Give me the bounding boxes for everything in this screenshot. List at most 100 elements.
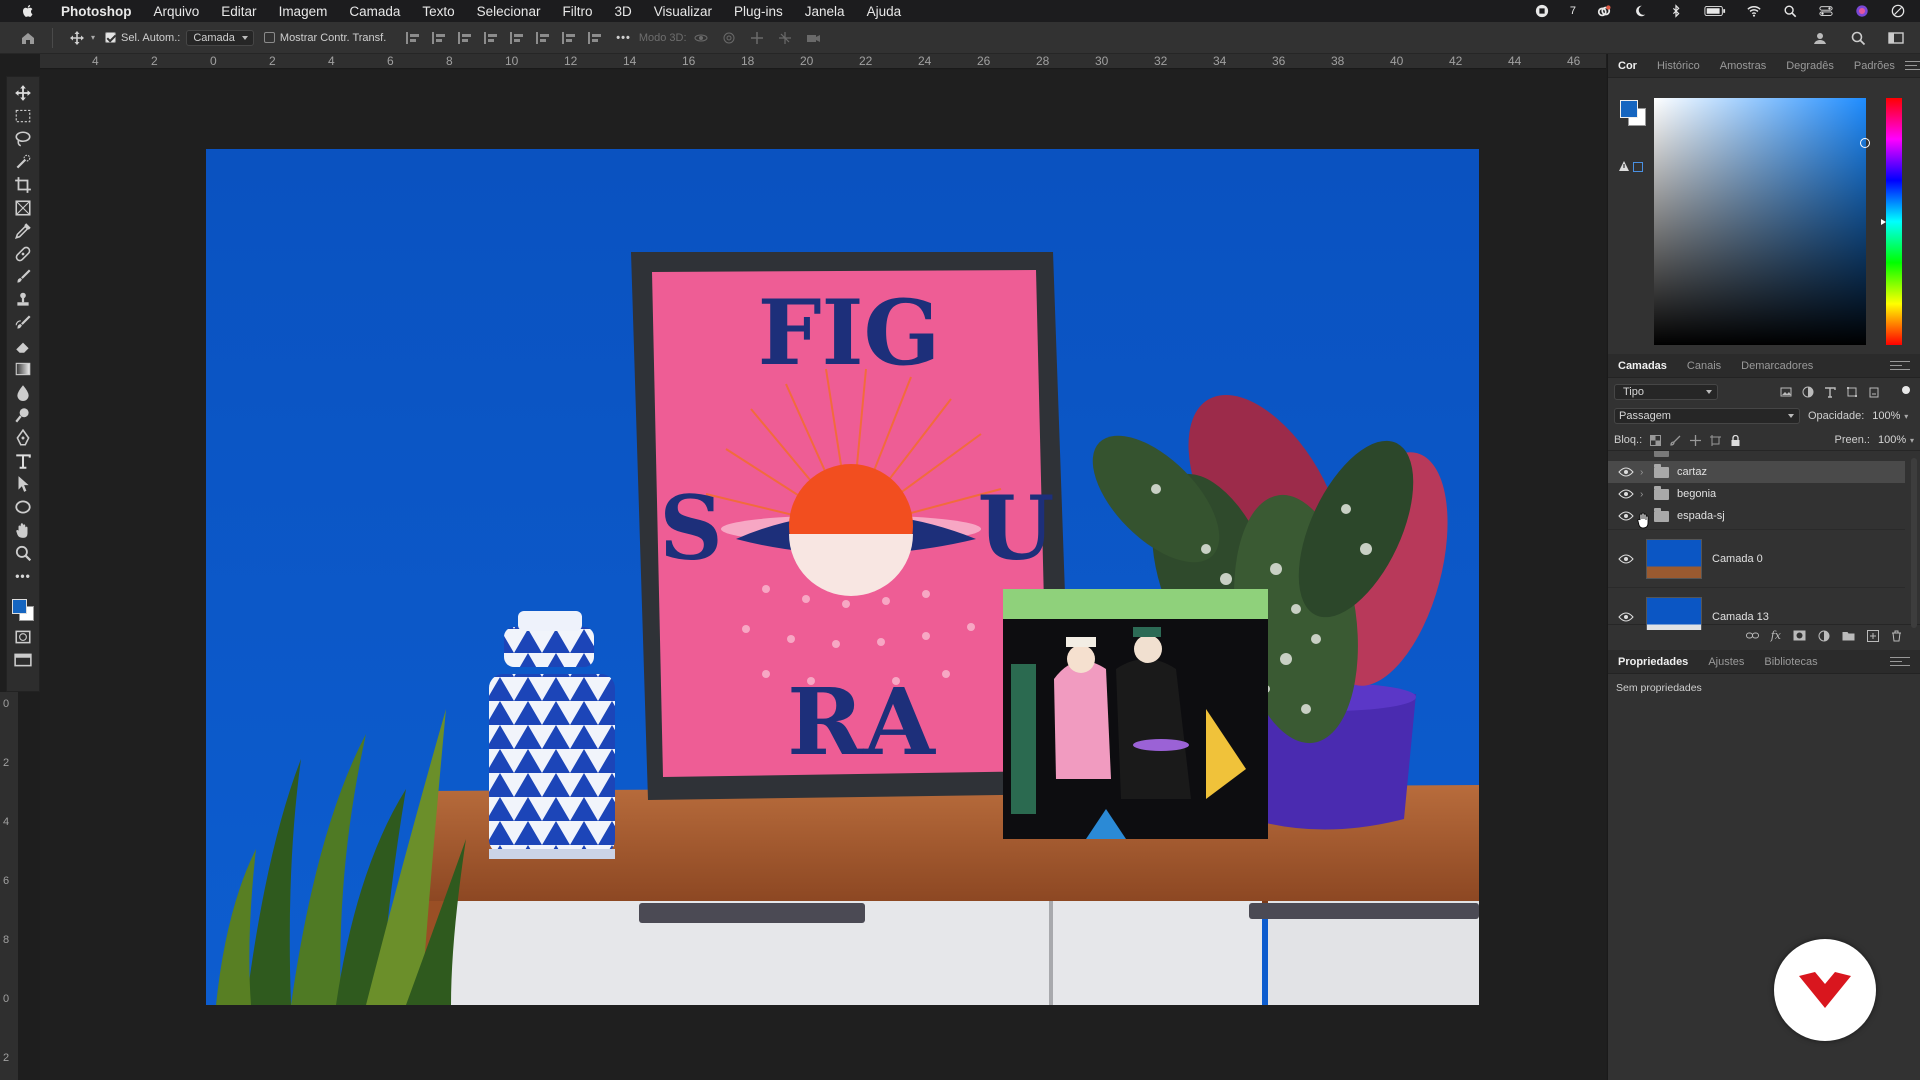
align-center-icon[interactable]: [432, 31, 446, 44]
link-layers-icon[interactable]: [1745, 630, 1759, 641]
ellipse-tool[interactable]: [11, 495, 35, 518]
blur-tool[interactable]: [11, 380, 35, 403]
align-middle-icon[interactable]: [536, 31, 550, 44]
align-right-icon[interactable]: [458, 31, 472, 44]
auto-select-checkbox[interactable]: [105, 32, 117, 43]
menu-item-arquivo[interactable]: Arquivo: [143, 4, 211, 19]
delete-layer-icon[interactable]: [1891, 630, 1902, 642]
menu-item-visualizar[interactable]: Visualizar: [643, 4, 723, 19]
layer-filter-dropdown[interactable]: Tipo: [1614, 384, 1718, 400]
layer-name[interactable]: begonia: [1677, 488, 1716, 500]
3d-orbit-icon[interactable]: [693, 30, 709, 46]
edit-toolbar-button[interactable]: •••: [11, 564, 35, 587]
hue-slider-handle[interactable]: [1881, 219, 1889, 225]
spotlight-search-icon[interactable]: [1782, 4, 1798, 18]
screen-record-icon[interactable]: [1534, 4, 1550, 18]
new-layer-icon[interactable]: [1867, 629, 1879, 642]
menu-app-name[interactable]: Photoshop: [50, 4, 143, 19]
eyedropper-tool[interactable]: [11, 219, 35, 242]
zoom-tool[interactable]: [11, 541, 35, 564]
menu-item-selecionar[interactable]: Selecionar: [466, 4, 552, 19]
color-panel-menu-icon[interactable]: [1904, 61, 1920, 70]
color-field[interactable]: [1654, 98, 1866, 345]
frame-tool[interactable]: [11, 196, 35, 219]
tool-preset-chevron-icon[interactable]: ▾: [91, 33, 95, 42]
visibility-eye-icon[interactable]: [1618, 467, 1634, 477]
web-safe-swatch[interactable]: [1633, 162, 1643, 172]
filter-shape-icon[interactable]: [1846, 386, 1858, 398]
menu-item-3d[interactable]: 3D: [603, 4, 642, 19]
layer-row-camada-13[interactable]: Camada 13: [1608, 587, 1905, 630]
layer-row-espada-sj[interactable]: › espada-sj: [1608, 505, 1905, 527]
marquee-tool[interactable]: [11, 104, 35, 127]
properties-panel-menu-icon[interactable]: [1890, 657, 1910, 666]
filter-adjustment-icon[interactable]: [1802, 386, 1814, 398]
filter-toggle[interactable]: [1902, 386, 1910, 394]
tab-ajustes[interactable]: Ajustes: [1698, 656, 1754, 668]
filter-pixel-icon[interactable]: [1780, 386, 1792, 398]
battery-icon[interactable]: [1704, 4, 1726, 18]
gamut-warning-icon[interactable]: [1618, 160, 1630, 172]
3d-camera-icon[interactable]: [805, 30, 821, 46]
siri-icon[interactable]: [1854, 4, 1870, 18]
fill-chevron-icon[interactable]: ▾: [1910, 436, 1914, 445]
3d-roll-icon[interactable]: [721, 30, 737, 46]
tab-amostras[interactable]: Amostras: [1710, 60, 1776, 72]
expand-chevron-icon[interactable]: ›: [1640, 489, 1650, 500]
more-options-icon[interactable]: •••: [616, 32, 631, 44]
distribute-vertical-icon[interactable]: [588, 31, 602, 44]
eraser-tool[interactable]: [11, 334, 35, 357]
search-icon[interactable]: [1850, 30, 1866, 46]
creative-cloud-icon[interactable]: [1596, 4, 1612, 18]
crop-tool[interactable]: [11, 173, 35, 196]
document-image[interactable]: FIG S U RA: [206, 149, 1479, 1005]
menu-item-ajuda[interactable]: Ajuda: [856, 4, 913, 19]
adjustment-layer-icon[interactable]: [1818, 630, 1830, 642]
quick-mask-button[interactable]: [11, 625, 35, 648]
visibility-eye-icon[interactable]: [1618, 612, 1634, 622]
history-brush-tool[interactable]: [11, 311, 35, 334]
moon-icon[interactable]: [1632, 4, 1648, 18]
tab-demarcadores[interactable]: Demarcadores: [1731, 360, 1823, 372]
apple-menu-icon[interactable]: [20, 3, 36, 19]
hand-tool[interactable]: [11, 518, 35, 541]
new-group-icon[interactable]: [1842, 630, 1855, 641]
panel-foreground-swatch[interactable]: [1620, 100, 1638, 118]
filter-type-icon[interactable]: [1824, 386, 1836, 398]
healing-brush-tool[interactable]: [11, 242, 35, 265]
layer-row-partial[interactable]: [1608, 451, 1905, 457]
tab-padroes[interactable]: Padrões: [1844, 60, 1905, 72]
workspace-icon[interactable]: [1888, 30, 1904, 46]
tab-camadas[interactable]: Camadas: [1608, 360, 1677, 372]
type-tool[interactable]: [11, 449, 35, 472]
menu-item-camada[interactable]: Camada: [338, 4, 411, 19]
ruler-vertical[interactable]: 0 2 4 6 8 0 2: [0, 692, 18, 1080]
dodge-tool[interactable]: [11, 403, 35, 426]
gradient-tool[interactable]: [11, 357, 35, 380]
tab-degrades[interactable]: Degradês: [1776, 60, 1844, 72]
color-swatches[interactable]: [11, 587, 35, 625]
pen-tool[interactable]: [11, 426, 35, 449]
lasso-tool[interactable]: [11, 127, 35, 150]
distribute-icon[interactable]: [484, 31, 498, 44]
tab-historico[interactable]: Histórico: [1647, 60, 1710, 72]
bluetooth-icon[interactable]: [1668, 4, 1684, 18]
show-transform-checkbox[interactable]: [263, 32, 275, 43]
status-count[interactable]: 7: [1570, 5, 1576, 17]
layer-name[interactable]: Camada 0: [1712, 553, 1763, 565]
layers-panel-menu-icon[interactable]: [1890, 361, 1910, 370]
clone-stamp-tool[interactable]: [11, 288, 35, 311]
filter-smart-object-icon[interactable]: [1868, 386, 1880, 398]
tab-propriedades[interactable]: Propriedades: [1608, 656, 1698, 668]
layer-name[interactable]: cartaz: [1677, 466, 1707, 478]
align-top-icon[interactable]: [510, 31, 524, 44]
move-tool[interactable]: [11, 81, 35, 104]
visibility-eye-icon[interactable]: [1618, 489, 1634, 499]
blend-mode-dropdown[interactable]: Passagem: [1614, 408, 1800, 424]
control-center-icon[interactable]: [1818, 4, 1834, 18]
share-icon[interactable]: [1812, 30, 1828, 46]
visibility-eye-icon[interactable]: [1618, 554, 1634, 564]
lock-transparent-icon[interactable]: [1650, 434, 1662, 446]
menu-item-editar[interactable]: Editar: [210, 4, 267, 19]
layers-scrollbar[interactable]: [1911, 458, 1917, 628]
